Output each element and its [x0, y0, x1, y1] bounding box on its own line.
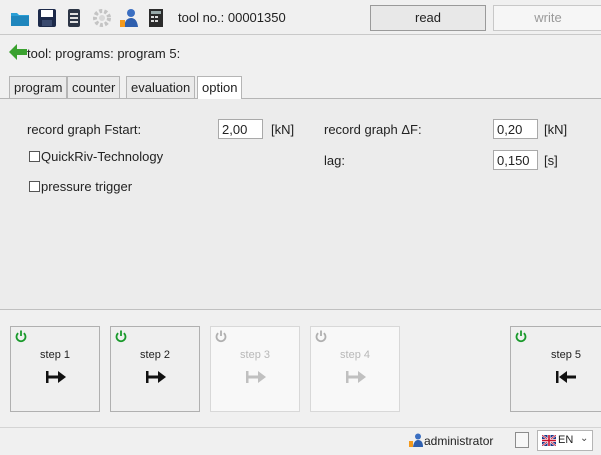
- power-icon[interactable]: [315, 330, 327, 343]
- chevron-down-icon: ⌄: [580, 433, 589, 444]
- pressure-trigger-label: pressure trigger: [41, 179, 133, 194]
- open-folder-icon[interactable]: [10, 8, 30, 28]
- step-1-button[interactable]: step 1: [10, 326, 100, 412]
- step-label: step 1: [40, 349, 70, 361]
- tool-number: tool no.: 00001350: [178, 10, 286, 25]
- power-icon[interactable]: [515, 330, 527, 343]
- lag-unit: [s]: [544, 153, 558, 168]
- step-label: step 2: [140, 349, 170, 361]
- status-bar: [0, 427, 601, 455]
- toolbar-divider: [0, 34, 601, 35]
- breadcrumb: tool: programs: program 5:: [27, 46, 181, 61]
- step-label: step 4: [340, 349, 370, 361]
- lag-label: lag:: [324, 153, 345, 168]
- fstart-label: record graph Fstart:: [27, 122, 142, 137]
- user-name: administrator: [424, 434, 494, 448]
- uk-flag-icon: [542, 435, 556, 446]
- arrow-left-to-bar-icon: [556, 371, 576, 383]
- pressure-trigger-checkbox[interactable]: [29, 181, 40, 192]
- fstart-unit: [kN]: [271, 122, 295, 137]
- step-2-button[interactable]: step 2: [110, 326, 200, 412]
- write-button[interactable]: write: [493, 5, 601, 31]
- step-3-button[interactable]: step 3: [210, 326, 300, 412]
- power-icon[interactable]: [215, 330, 227, 343]
- deltaf-unit: [kN]: [544, 122, 568, 137]
- step-label: step 3: [240, 349, 270, 361]
- tab-program[interactable]: program: [9, 76, 68, 98]
- lag-input[interactable]: 0,150: [493, 150, 538, 170]
- step-5-button[interactable]: step 5: [510, 326, 601, 412]
- power-icon[interactable]: [115, 330, 127, 343]
- deltaf-label: record graph ΔF:: [324, 122, 422, 137]
- gear-icon: [93, 9, 111, 27]
- power-icon[interactable]: [15, 330, 27, 343]
- document-icon[interactable]: [515, 432, 529, 448]
- arrow-right-to-bar-icon: [246, 371, 266, 383]
- step-label: step 5: [551, 349, 581, 361]
- arrow-right-to-bar-icon: [46, 371, 66, 383]
- language-code: EN: [558, 434, 574, 446]
- read-button[interactable]: read: [370, 5, 486, 31]
- arrow-right-to-bar-icon: [146, 371, 166, 383]
- administrator-icon: [409, 433, 423, 447]
- print-icon[interactable]: [64, 8, 84, 28]
- arrow-right-to-bar-icon: [346, 371, 366, 383]
- quickriv-label: QuickRiv-Technology: [41, 149, 164, 164]
- user-icon[interactable]: [119, 8, 139, 28]
- step-4-button[interactable]: step 4: [310, 326, 400, 412]
- fstart-input[interactable]: 2,00: [218, 119, 263, 139]
- quickriv-checkbox[interactable]: [29, 151, 40, 162]
- tab-evaluation[interactable]: evaluation: [126, 76, 196, 98]
- language-select[interactable]: EN ⌄: [537, 430, 593, 451]
- tab-counter[interactable]: counter: [67, 76, 121, 98]
- device-icon[interactable]: [146, 8, 166, 28]
- back-arrow-icon[interactable]: [9, 44, 27, 60]
- deltaf-input[interactable]: 0,20: [493, 119, 538, 139]
- tab-option[interactable]: option: [197, 76, 243, 99]
- save-icon[interactable]: [37, 8, 57, 28]
